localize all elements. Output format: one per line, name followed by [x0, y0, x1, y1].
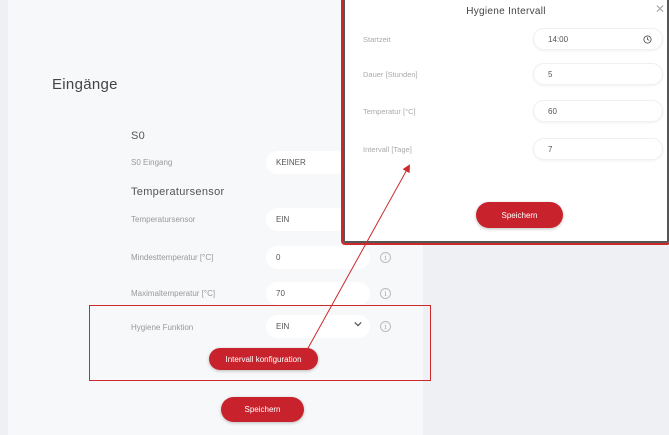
duration-label: Dauer [Stunden] — [363, 70, 418, 79]
temperature-value: 60 — [548, 106, 557, 116]
max-temperature-value: 70 — [276, 289, 285, 298]
group-title-temperature-sensor: Temperatursensor — [131, 186, 225, 198]
clock-icon[interactable] — [643, 35, 652, 44]
s0-input-select[interactable]: KEINER — [266, 151, 348, 174]
temperature-label: Temperatur [°C] — [363, 107, 416, 116]
start-time-input[interactable]: 14:00 — [533, 28, 663, 50]
close-icon[interactable]: ✕ — [655, 2, 665, 16]
temperature-input[interactable]: 60 — [533, 100, 663, 122]
highlight-box — [89, 305, 431, 381]
duration-value: 5 — [548, 69, 553, 79]
min-temperature-info-icon[interactable]: i — [380, 252, 391, 263]
section-title: Eingänge — [52, 76, 118, 93]
dialog-body: Hygiene Intervall ✕ Startzeit 14:00 Daue… — [347, 0, 665, 239]
interval-value: 7 — [548, 144, 553, 154]
min-temperature-input[interactable]: 0 — [266, 246, 370, 269]
dialog-save-button[interactable]: Speichern — [476, 202, 563, 228]
s0-input-label: S0 Eingang — [131, 158, 173, 167]
temperature-sensor-value: EIN — [276, 215, 290, 224]
temperature-sensor-label: Temperatursensor — [131, 215, 196, 224]
interval-input[interactable]: 7 — [533, 138, 663, 160]
hygiene-interval-dialog: Hygiene Intervall ✕ Startzeit 14:00 Daue… — [341, 0, 669, 245]
start-time-value: 14:00 — [548, 34, 569, 44]
min-temperature-value: 0 — [276, 253, 281, 262]
max-temperature-label: Maximaltemperatur [°C] — [131, 289, 216, 298]
start-time-label: Startzeit — [363, 35, 391, 44]
dialog-title: Hygiene Intervall — [466, 6, 546, 17]
min-temperature-label: Mindesttemperatur [°C] — [131, 253, 214, 262]
save-button[interactable]: Speichern — [221, 397, 304, 422]
interval-label: Intervall [Tage] — [363, 145, 412, 154]
max-temperature-input[interactable]: 70 — [266, 282, 370, 305]
max-temperature-info-icon[interactable]: i — [380, 288, 391, 299]
duration-input[interactable]: 5 — [533, 63, 663, 85]
group-title-s0: S0 — [131, 130, 146, 142]
temperature-sensor-select[interactable]: EIN — [266, 208, 348, 231]
s0-input-value: KEINER — [276, 158, 306, 167]
